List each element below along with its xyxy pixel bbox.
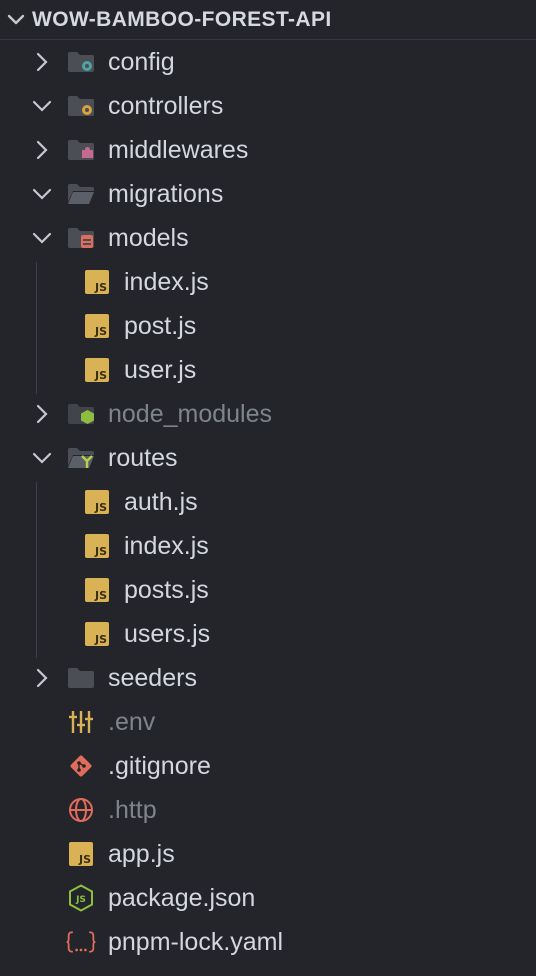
tree-item-label: user.js	[124, 355, 197, 384]
file-tree: config controllers middlewares migration…	[0, 40, 536, 964]
folder-gear-orange-icon	[66, 93, 96, 119]
js-file-icon: JS	[66, 841, 96, 867]
folder-routes-icon	[66, 445, 96, 471]
indent-guide-routes	[36, 482, 37, 658]
chevron-right-icon[interactable]	[30, 50, 54, 74]
folder-database-icon	[66, 225, 96, 251]
chevron-right-icon[interactable]	[30, 402, 54, 426]
tree-item-seeders[interactable]: seeders	[0, 656, 536, 700]
js-file-icon: JS	[82, 357, 112, 383]
nodejs-icon: JS	[66, 884, 96, 912]
file-explorer: WOW-BAMBOO-FOREST-API config controllers…	[0, 0, 536, 976]
tree-item-app-js[interactable]: JS app.js	[0, 832, 536, 876]
tree-item-label: post.js	[124, 311, 197, 340]
chevron-down-icon[interactable]	[30, 446, 54, 470]
chevron-down-icon[interactable]	[30, 182, 54, 206]
tree-item-controllers[interactable]: controllers	[0, 84, 536, 128]
tree-item-routes-users[interactable]: JS users.js	[0, 612, 536, 656]
indent-guide-models	[36, 262, 37, 394]
tree-item-label: routes	[108, 443, 178, 472]
tree-item-label: .env	[108, 707, 156, 736]
tree-item-label: pnpm-lock.yaml	[108, 927, 284, 956]
js-file-icon: JS	[82, 533, 112, 559]
explorer-title: WOW-BAMBOO-FOREST-API	[32, 7, 332, 31]
chevron-down-icon[interactable]	[30, 94, 54, 118]
tree-item-label: controllers	[108, 91, 224, 120]
tree-item-label: posts.js	[124, 575, 209, 604]
chevron-down-icon[interactable]	[0, 14, 32, 26]
js-file-icon: JS	[82, 269, 112, 295]
tree-item-models-user[interactable]: JS user.js	[0, 348, 536, 392]
folder-icon	[66, 665, 96, 691]
explorer-header[interactable]: WOW-BAMBOO-FOREST-API	[0, 0, 536, 40]
tree-item-routes-posts[interactable]: JS posts.js	[0, 568, 536, 612]
folder-open-icon	[66, 181, 96, 207]
tree-item-label: migrations	[108, 179, 224, 208]
tree-item-package-json[interactable]: JS package.json	[0, 876, 536, 920]
tree-item-models[interactable]: models	[0, 216, 536, 260]
tree-item-middlewares[interactable]: middlewares	[0, 128, 536, 172]
tree-item-routes-auth[interactable]: JS auth.js	[0, 480, 536, 524]
tree-item-models-index[interactable]: JS index.js	[0, 260, 536, 304]
svg-text:JS: JS	[75, 895, 86, 905]
tree-item-label: node_modules	[108, 399, 273, 428]
folder-node-icon	[66, 401, 96, 427]
tree-item-migrations[interactable]: migrations	[0, 172, 536, 216]
chevron-down-icon[interactable]	[30, 226, 54, 250]
js-file-icon: JS	[82, 621, 112, 647]
tree-item-label: config	[108, 47, 175, 76]
tree-item-label: index.js	[124, 531, 209, 560]
tree-item-env[interactable]: .env	[0, 700, 536, 744]
tree-item-label: models	[108, 223, 189, 252]
folder-puzzle-icon	[66, 137, 96, 163]
tree-item-routes-index[interactable]: JS index.js	[0, 524, 536, 568]
js-file-icon: JS	[82, 577, 112, 603]
git-icon	[66, 753, 96, 779]
braces-icon	[66, 929, 96, 955]
tree-item-pnpm-lock[interactable]: pnpm-lock.yaml	[0, 920, 536, 964]
tree-item-gitignore[interactable]: .gitignore	[0, 744, 536, 788]
tree-item-routes[interactable]: routes	[0, 436, 536, 480]
tree-item-config[interactable]: config	[0, 40, 536, 84]
chevron-right-icon[interactable]	[30, 666, 54, 690]
tree-item-models-post[interactable]: JS post.js	[0, 304, 536, 348]
tree-item-label: auth.js	[124, 487, 198, 516]
tree-item-http[interactable]: .http	[0, 788, 536, 832]
tree-item-label: .http	[108, 795, 157, 824]
chevron-right-icon[interactable]	[30, 138, 54, 162]
tree-item-label: middlewares	[108, 135, 249, 164]
js-file-icon: JS	[82, 313, 112, 339]
tree-item-label: users.js	[124, 619, 211, 648]
tree-item-label: package.json	[108, 883, 256, 912]
js-file-icon: JS	[82, 489, 112, 515]
tree-item-label: seeders	[108, 663, 197, 692]
tree-item-label: app.js	[108, 839, 175, 868]
folder-gear-teal-icon	[66, 49, 96, 75]
sliders-icon	[66, 709, 96, 735]
tree-item-node-modules[interactable]: node_modules	[0, 392, 536, 436]
globe-icon	[66, 797, 96, 823]
tree-item-label: index.js	[124, 267, 209, 296]
tree-item-label: .gitignore	[108, 751, 211, 780]
